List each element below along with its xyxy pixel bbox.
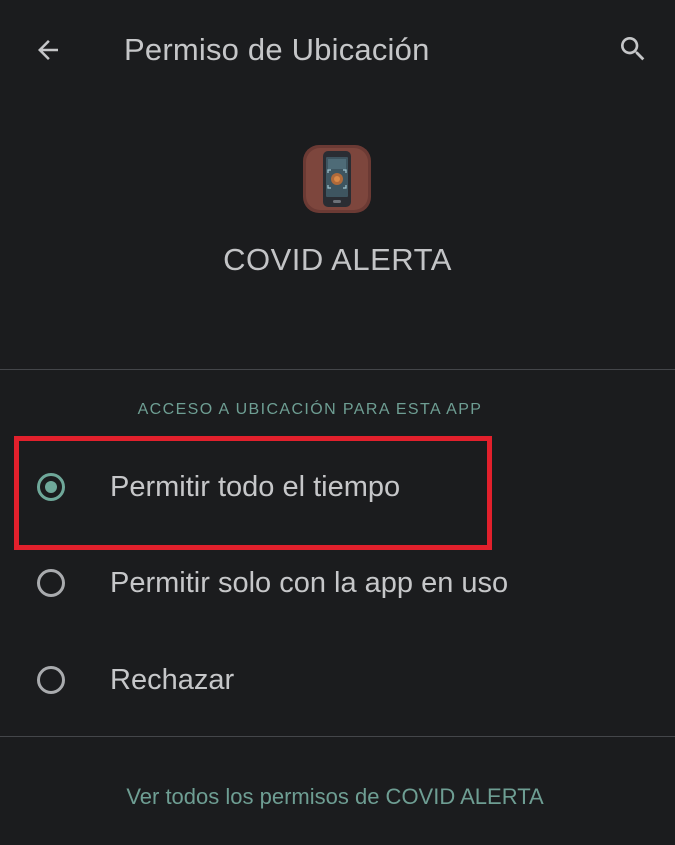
option-allow-while-in-use[interactable]: Permitir solo con la app en uso	[0, 544, 675, 624]
radio-button[interactable]	[37, 569, 65, 597]
option-label: Rechazar	[110, 664, 235, 696]
option-label: Permitir solo con la app en uso	[110, 567, 509, 599]
radio-button-checked[interactable]	[37, 473, 65, 501]
covid-alerta-app-icon	[303, 145, 371, 213]
option-allow-all-the-time[interactable]: Permitir todo el tiempo	[0, 447, 675, 527]
divider	[0, 736, 675, 737]
view-all-permissions-link[interactable]: Ver todos los permisos de COVID ALERTA	[0, 782, 670, 812]
app-name: COVID ALERTA	[223, 242, 452, 277]
divider	[0, 369, 675, 370]
option-deny[interactable]: Rechazar	[0, 641, 675, 721]
search-button[interactable]	[612, 28, 654, 70]
section-header: ACCESO A UBICACIÓN PARA ESTA APP	[137, 401, 483, 418]
radio-button[interactable]	[37, 666, 65, 694]
search-icon	[621, 37, 645, 61]
option-label: Permitir todo el tiempo	[110, 471, 401, 503]
back-button[interactable]	[28, 30, 68, 70]
page-title: Permiso de Ubicación	[124, 32, 430, 67]
arrow-left-icon	[38, 40, 58, 60]
radio-dot	[45, 481, 57, 493]
top-app-bar: Permiso de Ubicación	[0, 0, 675, 100]
